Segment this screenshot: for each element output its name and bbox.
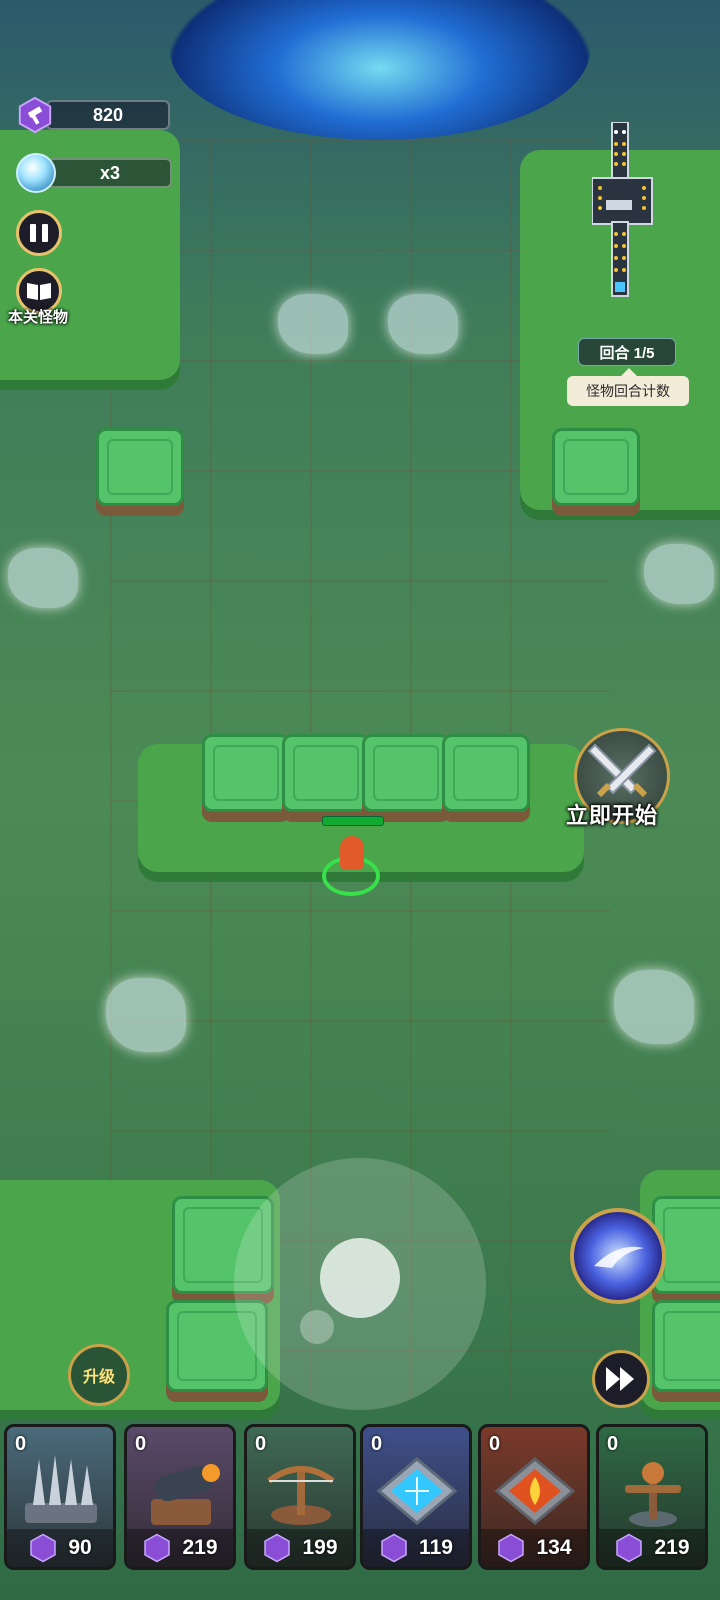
gem-icon [144, 1533, 171, 1563]
ghost-monster [8, 548, 78, 608]
gem-icon [498, 1533, 525, 1563]
card-spike-trap[interactable]: 0 90 [4, 1424, 116, 1570]
card-price: 219 [654, 1536, 690, 1559]
card-scarecrow-decoy[interactable]: 0 219 [596, 1424, 708, 1570]
grass-block[interactable] [442, 734, 530, 812]
hero-body [340, 836, 364, 870]
gem-icon [616, 1533, 643, 1563]
skill-button[interactable] [570, 1208, 666, 1304]
orb-counter: x3 [16, 153, 172, 193]
round-counter: 回合 1/5 [578, 338, 676, 366]
snowflake-trap-icon [376, 1457, 458, 1525]
joystick-knob[interactable] [320, 1238, 400, 1318]
card-crossbow-tower[interactable]: 0 199 [244, 1424, 356, 1570]
gem-icon [18, 96, 52, 134]
hero-health-bar [322, 816, 384, 826]
upgrade-button[interactable]: 升级 [68, 1344, 130, 1406]
orb-count: x3 [48, 158, 172, 188]
card-price: 119 [419, 1536, 453, 1559]
spike-trap-icon [25, 1455, 97, 1523]
fire-trap-icon [494, 1457, 576, 1525]
card-frost-trap[interactable]: 0 119 [360, 1424, 472, 1570]
hero-archer [322, 816, 384, 896]
card-price: 219 [182, 1536, 218, 1559]
crossbow-icon [267, 1466, 335, 1525]
round-tooltip: 怪物回合计数 [567, 368, 689, 406]
cannon-icon [151, 1464, 220, 1525]
book-icon [27, 283, 51, 300]
crystal-ball-icon [16, 153, 56, 193]
scarecrow-icon [625, 1462, 681, 1527]
grass-block[interactable] [552, 428, 640, 506]
portal-gate [170, 0, 590, 140]
grass-block[interactable] [652, 1300, 720, 1392]
card-price: 199 [302, 1536, 338, 1559]
card-price: 134 [536, 1536, 572, 1559]
fast-forward-icon [606, 1367, 634, 1391]
fast-forward-button[interactable] [592, 1350, 650, 1408]
gem-icon [381, 1533, 407, 1563]
dungeon-minimap[interactable] [592, 122, 662, 302]
ghost-monster [644, 544, 714, 604]
grass-block[interactable] [202, 734, 290, 812]
grass-block[interactable] [282, 734, 370, 812]
ghost-monster [388, 294, 458, 354]
card-cannon-tower[interactable]: 0 219 [124, 1424, 236, 1570]
grass-block[interactable] [96, 428, 184, 506]
gem-icon [30, 1533, 57, 1563]
ghost-monster [106, 978, 186, 1052]
card-price: 90 [68, 1536, 92, 1559]
pause-icon [30, 224, 36, 242]
tower-card-bar: 0 90 0 219 0 199 0 119 0 134 0 219 [4, 1424, 716, 1570]
joystick-indicator [300, 1310, 334, 1344]
grass-block[interactable] [362, 734, 450, 812]
ghost-monster [614, 970, 694, 1044]
gem-counter: 820 [16, 96, 170, 134]
gem-count: 820 [46, 100, 170, 130]
gem-icon [264, 1533, 291, 1563]
start-now-label[interactable]: 立即开始 [566, 798, 658, 830]
pause-button[interactable] [16, 210, 62, 256]
level-monsters-label[interactable]: 本关怪物 [8, 306, 68, 327]
wind-skill-icon [594, 1246, 644, 1268]
card-fire-trap[interactable]: 0 134 [478, 1424, 590, 1570]
ghost-monster [278, 294, 348, 354]
